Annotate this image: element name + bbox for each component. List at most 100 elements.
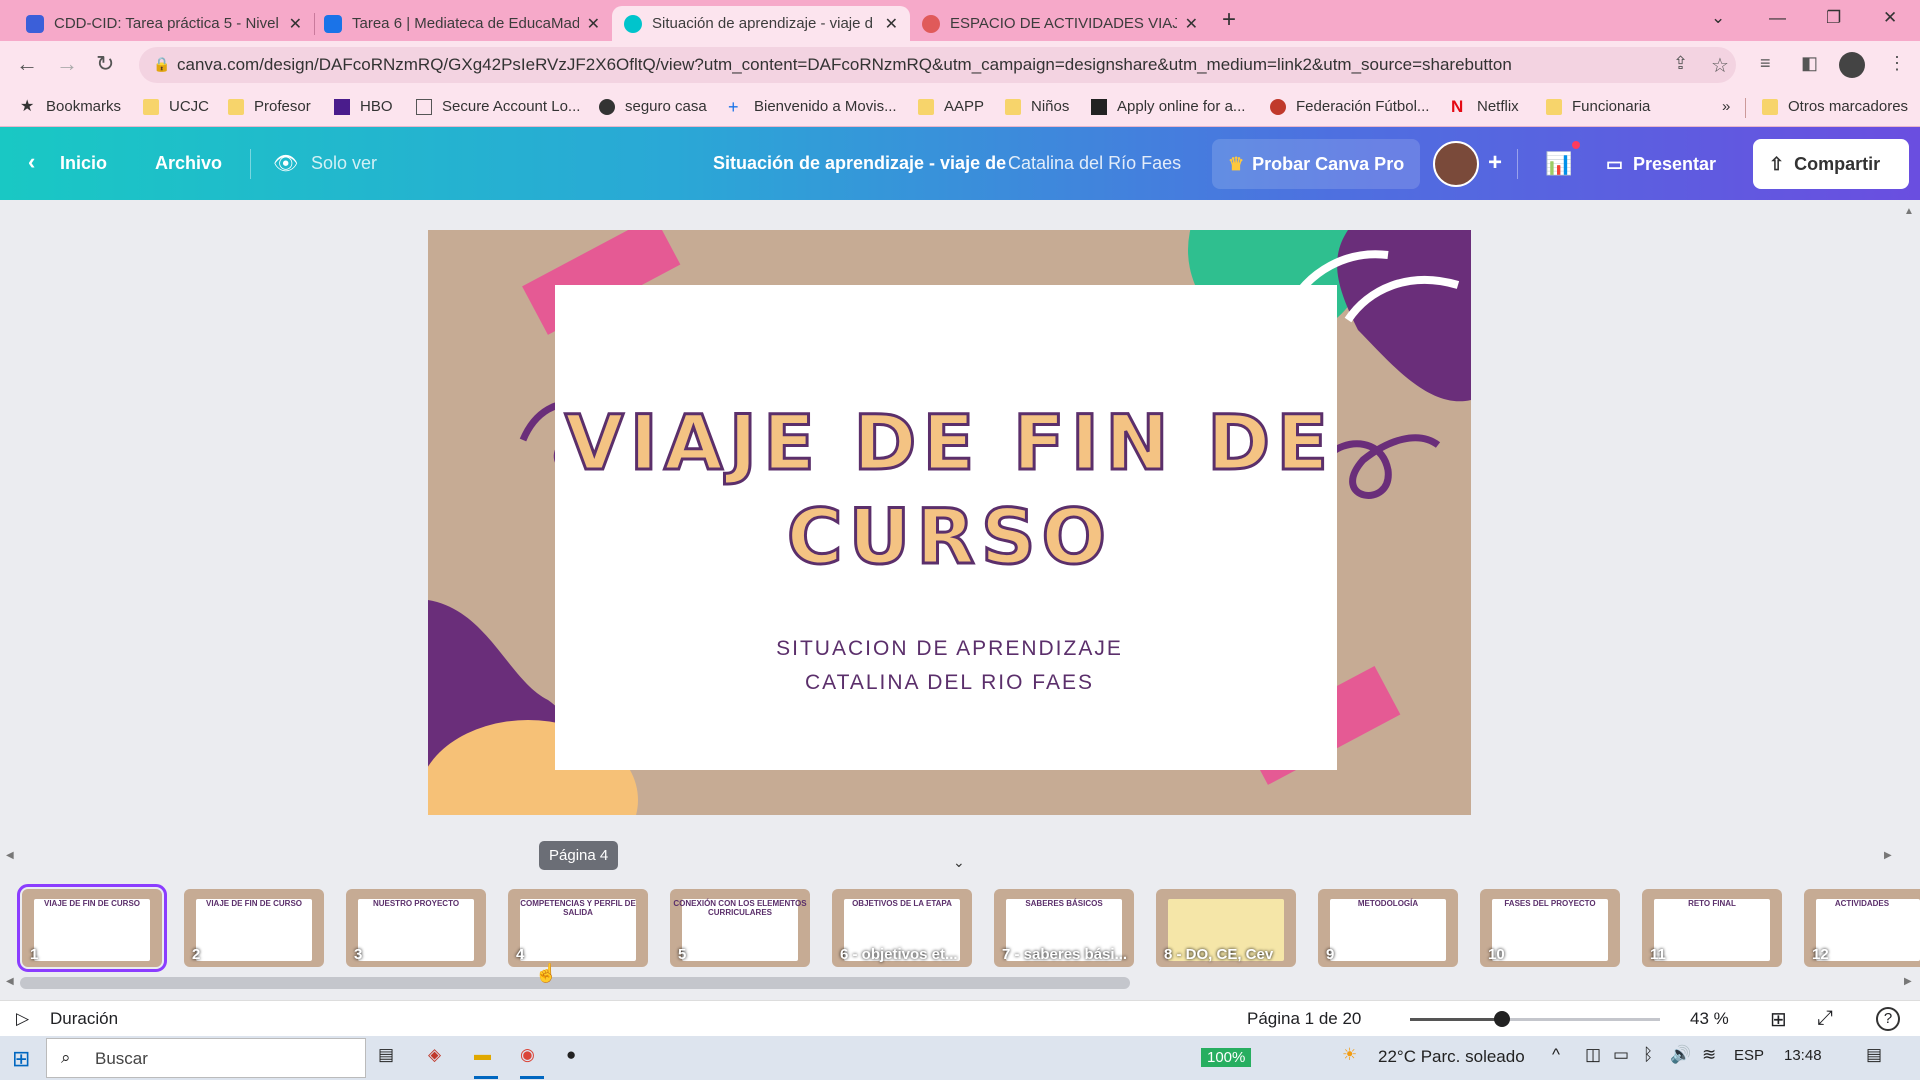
page-thumbnail[interactable]: VIAJE DE FIN DE CURSO 1 (17, 884, 167, 972)
bookmark-item[interactable]: HBO (334, 98, 393, 115)
close-icon[interactable]: ✕ (289, 14, 302, 34)
header-divider (1517, 149, 1518, 179)
bookmark-item[interactable]: Apply online for a... (1091, 98, 1245, 115)
page-thumbnail[interactable]: FASES DEL PROYECTO 10 (1480, 889, 1620, 967)
grid-view-icon[interactable]: ⊞ (1770, 1007, 1787, 1032)
browser-tab[interactable]: Tarea 6 | Mediateca de EducaMad ✕ (312, 6, 612, 41)
browser-tab[interactable]: CDD-CID: Tarea práctica 5 - Nivel ✕ (14, 6, 314, 41)
bookmark-item[interactable]: seguro casa (599, 98, 707, 115)
page-thumbnail[interactable]: VIAJE DE FIN DE CURSO 2 (184, 889, 324, 967)
weather-text[interactable]: 22°C Parc. soleado (1378, 1047, 1525, 1067)
side-panel-icon[interactable]: ◧ (1801, 53, 1818, 74)
add-collaborator-icon[interactable]: + (1488, 149, 1502, 177)
zoom-slider-handle[interactable] (1493, 1011, 1510, 1027)
page-thumbnail[interactable]: CONEXIÓN CON LOS ELEMENTOS CURRICULARES 5 (670, 889, 810, 967)
zoom-slider[interactable] (1410, 1011, 1660, 1027)
new-tab-button[interactable]: + (1222, 6, 1236, 34)
slide-title-line2: CURSO (785, 491, 1113, 583)
share-button[interactable]: ⇧ Compartir (1753, 139, 1909, 189)
scroll-right-icon[interactable]: ▶ (1904, 976, 1912, 987)
page-thumbnail[interactable]: SABERES BÁSICOS 7 - saberes bási... (994, 889, 1134, 967)
windows-start-icon[interactable]: ⊞ (12, 1046, 30, 1072)
bookmark-item[interactable]: UCJC (143, 98, 209, 115)
notifications-icon[interactable]: ▤ (1866, 1045, 1882, 1065)
media-icon[interactable]: ≡ (1760, 53, 1771, 74)
close-icon[interactable]: ✕ (587, 14, 600, 34)
clock[interactable]: 13:48 (1784, 1047, 1822, 1064)
bookmark-label: seguro casa (625, 98, 707, 115)
duration-button[interactable]: Duración (50, 1009, 118, 1029)
back-icon[interactable]: ← (16, 51, 38, 77)
show-hidden-icons[interactable]: ^ (1552, 1045, 1560, 1065)
page-thumbnail[interactable]: NUESTRO PROYECTO 3 (346, 889, 486, 967)
tab-search-icon[interactable]: ⌄ (1711, 8, 1725, 28)
bookmarks-overflow[interactable]: » (1722, 98, 1730, 115)
app-icon[interactable]: ● (566, 1045, 576, 1065)
page-thumbnail[interactable]: RETO FINAL 11 (1642, 889, 1782, 967)
scroll-up-icon[interactable]: ▲ (1904, 206, 1914, 217)
language-indicator[interactable]: ESP (1734, 1047, 1764, 1064)
file-menu[interactable]: Archivo (155, 153, 222, 174)
battery-icon[interactable]: ▭ (1613, 1045, 1629, 1065)
browser-tab[interactable]: ESPACIO DE ACTIVIDADES VIAJE ✕ (910, 6, 1210, 41)
building-icon (1091, 98, 1107, 115)
scroll-left-icon[interactable]: ◀ (6, 976, 14, 987)
tab-title: ESPACIO DE ACTIVIDADES VIAJE (950, 15, 1177, 32)
bookmark-item[interactable]: Secure Account Lo... (416, 98, 580, 115)
try-pro-button[interactable]: ♛ Probar Canva Pro (1212, 139, 1421, 189)
page-thumbnail[interactable]: ACTIVIDADES 12 (1804, 889, 1920, 967)
bookmark-item[interactable]: Niños (1005, 98, 1069, 115)
forward-icon[interactable]: → (56, 51, 78, 77)
maximize-icon[interactable]: ❐ (1826, 8, 1841, 28)
task-view-icon[interactable]: ▤ (378, 1045, 394, 1065)
bluetooth-icon[interactable]: ᛒ (1643, 1045, 1653, 1065)
close-icon[interactable]: ✕ (885, 14, 898, 34)
bookmark-item[interactable]: ★ Bookmarks (20, 98, 121, 115)
bookmark-item[interactable]: N Netflix (1451, 98, 1519, 116)
chevron-left-icon[interactable]: ‹ (28, 149, 35, 175)
bookmark-label: Profesor (254, 98, 311, 115)
horizontal-scrollbar[interactable] (20, 977, 1130, 989)
scroll-left-icon[interactable]: ◀ (6, 850, 14, 861)
fullscreen-icon[interactable]: ⤢ (1817, 1007, 1833, 1030)
reload-icon[interactable]: ↻ (96, 51, 114, 77)
menu-icon[interactable]: ⋮ (1888, 53, 1906, 74)
network-icon[interactable]: ◫ (1585, 1045, 1601, 1065)
notification-dot (1572, 141, 1580, 149)
tab-title: Tarea 6 | Mediateca de EducaMad (352, 15, 579, 32)
taskbar-search-box[interactable]: ⌕ Buscar (46, 1038, 366, 1078)
profile-avatar[interactable] (1839, 52, 1865, 78)
bookmark-item[interactable]: Federación Fútbol... (1270, 98, 1429, 115)
file-explorer-icon[interactable]: ▬ (474, 1045, 491, 1065)
chrome-icon[interactable]: ◉ (520, 1045, 535, 1065)
page-thumbnail[interactable]: OBJETIVOS DE LA ETAPA 6 - objetivos et... (832, 889, 972, 967)
minimize-icon[interactable]: — (1769, 8, 1786, 28)
user-avatar[interactable] (1433, 141, 1479, 187)
collapse-pages-icon[interactable]: ⌄ (953, 854, 965, 871)
page-thumbnail[interactable]: METODOLOGÍA 9 (1318, 889, 1458, 967)
volume-icon[interactable]: 🔊 (1670, 1045, 1691, 1065)
browser-tab-active[interactable]: Situación de aprendizaje - viaje d ✕ (612, 6, 910, 41)
wifi-icon[interactable]: ≋ (1702, 1045, 1716, 1065)
zoom-value[interactable]: 43 % (1690, 1009, 1729, 1029)
page-thumbnail[interactable]: COMPETENCIAS Y PERFIL DE SALIDA 4 (508, 889, 648, 967)
bookmark-item[interactable]: Profesor (228, 98, 311, 115)
bookmark-star-icon[interactable]: ☆ (1711, 53, 1729, 78)
present-button[interactable]: ▭ Presentar (1590, 139, 1732, 189)
canva-icon (624, 14, 642, 33)
page-thumbnail[interactable]: 8 - DO, CE, Cev (1156, 889, 1296, 967)
office-icon[interactable]: ◈ (428, 1045, 441, 1065)
slide-title-line1: VIAJE DE FIN DE (563, 397, 1335, 489)
bookmark-item[interactable]: Funcionaria (1546, 98, 1650, 115)
window-close-icon[interactable]: ✕ (1883, 8, 1897, 28)
analytics-icon[interactable]: 📊 (1545, 151, 1572, 177)
bookmark-item[interactable]: AAPP (918, 98, 984, 115)
address-bar[interactable]: 🔒 canva.com/design/DAFcoRNzmRQ/GXg42PsIe… (139, 47, 1736, 83)
bookmark-item[interactable]: + Bienvenido a Movis... (728, 98, 897, 116)
bookmark-item[interactable]: Otros marcadores (1762, 98, 1908, 115)
scroll-right-icon[interactable]: ▶ (1884, 850, 1892, 861)
help-icon[interactable]: ? (1876, 1007, 1900, 1031)
home-link[interactable]: Inicio (60, 153, 107, 174)
share-page-icon[interactable]: ⇪ (1673, 53, 1688, 74)
close-icon[interactable]: ✕ (1185, 14, 1198, 34)
